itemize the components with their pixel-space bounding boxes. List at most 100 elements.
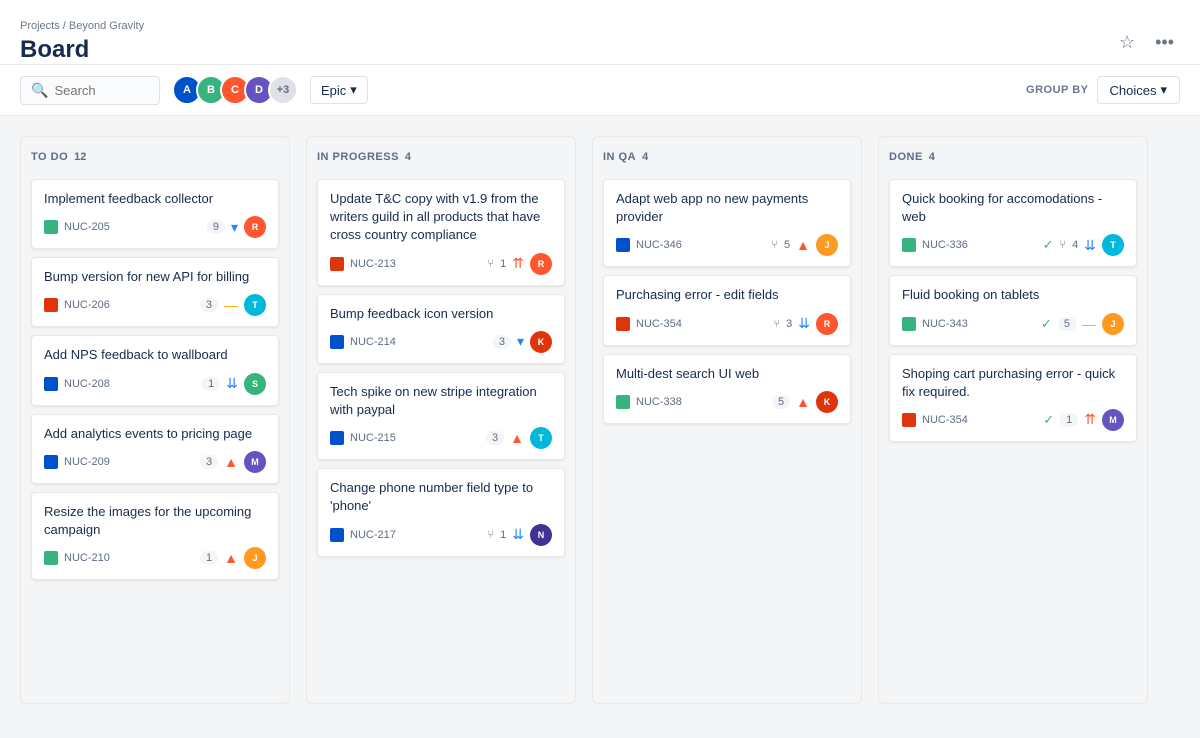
- card[interactable]: Adapt web app no new payments provider N…: [603, 179, 851, 267]
- priority-icon: ⇊: [512, 526, 524, 543]
- pr-icon: ⑂: [1060, 239, 1067, 251]
- epic-label: Epic: [321, 83, 346, 98]
- priority-icon: ▾: [517, 333, 524, 350]
- card-meta: NUC-214 3 ▾ K: [330, 331, 552, 353]
- avatar-more[interactable]: +3: [268, 75, 298, 105]
- count-badge: 1: [202, 377, 220, 391]
- card[interactable]: Fluid booking on tablets NUC-343 ✓ 5 — J: [889, 275, 1137, 345]
- priority-icon: ⇊: [798, 315, 810, 332]
- ticket-id: NUC-210: [64, 552, 110, 564]
- card[interactable]: Tech spike on new stripe integration wit…: [317, 372, 565, 460]
- epic-filter-button[interactable]: Epic ▾: [310, 76, 368, 104]
- card-title: Quick booking for accomodations - web: [902, 190, 1124, 226]
- ticket-id: NUC-213: [350, 258, 396, 270]
- check-icon: ✓: [1041, 316, 1052, 332]
- count-badge: 5: [1058, 317, 1076, 331]
- card-meta: NUC-354 ✓ 1 ⇈ M: [902, 409, 1124, 431]
- ticket-id: NUC-205: [64, 221, 110, 233]
- column-count: 12: [74, 151, 86, 163]
- ticket-id: NUC-209: [64, 456, 110, 468]
- card[interactable]: Update T&C copy with v1.9 from the write…: [317, 179, 565, 286]
- ticket-type-icon: [902, 317, 916, 331]
- assignee-avatar[interactable]: M: [1102, 409, 1124, 431]
- card[interactable]: Implement feedback collector NUC-205 9 ▾…: [31, 179, 279, 249]
- ticket-type-icon: [44, 377, 58, 391]
- card-meta: NUC-205 9 ▾ R: [44, 216, 266, 238]
- card-meta-right: 3 — T: [200, 294, 266, 316]
- assignee-avatar[interactable]: R: [530, 253, 552, 275]
- assignee-avatar[interactable]: T: [1102, 234, 1124, 256]
- ticket-id: NUC-208: [64, 378, 110, 390]
- assignee-avatar[interactable]: N: [530, 524, 552, 546]
- pr-icon: ⑂: [771, 239, 778, 251]
- search-box[interactable]: 🔍: [20, 76, 160, 105]
- column-inqa: IN QA 4 Adapt web app no new payments pr…: [592, 136, 862, 704]
- ticket-type-icon: [44, 298, 58, 312]
- breadcrumb: Projects / Beyond Gravity: [20, 20, 144, 32]
- assignee-avatar[interactable]: J: [1102, 313, 1124, 335]
- count-badge: 3: [200, 298, 218, 312]
- column-title: IN PROGRESS: [317, 151, 399, 163]
- ticket-id: NUC-217: [350, 529, 396, 541]
- card-title: Bump feedback icon version: [330, 305, 552, 323]
- assignee-avatar[interactable]: M: [244, 451, 266, 473]
- page-title: Board: [20, 36, 144, 64]
- card-meta-right: 3 ▲ T: [486, 427, 552, 449]
- group-by-section: GROUP BY Choices ▾: [1026, 76, 1180, 104]
- star-button[interactable]: ☆: [1113, 26, 1141, 59]
- assignee-avatar[interactable]: K: [816, 391, 838, 413]
- card-title: Update T&C copy with v1.9 from the write…: [330, 190, 552, 245]
- card[interactable]: Purchasing error - edit fields NUC-354 ⑂…: [603, 275, 851, 345]
- card-title: Adapt web app no new payments provider: [616, 190, 838, 226]
- assignee-avatar[interactable]: T: [244, 294, 266, 316]
- column-done: DONE 4 Quick booking for accomodations -…: [878, 136, 1148, 704]
- assignee-avatar[interactable]: J: [816, 234, 838, 256]
- column-header: TO DO 12: [31, 147, 279, 167]
- card-title: Shoping cart purchasing error - quick fi…: [902, 365, 1124, 401]
- ticket-type-icon: [616, 238, 630, 252]
- card-meta-right: ⑂5 ▲ J: [771, 234, 838, 256]
- assignee-avatar[interactable]: K: [530, 331, 552, 353]
- card[interactable]: Bump feedback icon version NUC-214 3 ▾ K: [317, 294, 565, 364]
- card[interactable]: Resize the images for the upcoming campa…: [31, 492, 279, 580]
- card[interactable]: Change phone number field type to 'phone…: [317, 468, 565, 556]
- more-button[interactable]: •••: [1149, 26, 1180, 59]
- card-meta: NUC-206 3 — T: [44, 294, 266, 316]
- ticket-type-icon: [330, 528, 344, 542]
- card-meta-right: ✓ 5 — J: [1041, 313, 1124, 335]
- assignee-avatar[interactable]: R: [816, 313, 838, 335]
- ticket-type-icon: [902, 413, 916, 427]
- ticket-id: NUC-338: [636, 396, 682, 408]
- column-todo: TO DO 12 Implement feedback collector NU…: [20, 136, 290, 704]
- priority-icon: ⇈: [1084, 411, 1096, 428]
- column-inprogress: IN PROGRESS 4 Update T&C copy with v1.9 …: [306, 136, 576, 704]
- card[interactable]: Multi-dest search UI web NUC-338 5 ▲ K: [603, 354, 851, 424]
- choices-label: Choices: [1110, 83, 1157, 98]
- card[interactable]: Bump version for new API for billing NUC…: [31, 257, 279, 327]
- board: TO DO 12 Implement feedback collector NU…: [0, 116, 1200, 724]
- header: Projects / Beyond Gravity Board ☆ ••• 🔍 …: [0, 0, 1200, 116]
- ticket-id: NUC-214: [350, 336, 396, 348]
- card[interactable]: Shoping cart purchasing error - quick fi…: [889, 354, 1137, 442]
- card-meta: NUC-217 ⑂1 ⇊ N: [330, 524, 552, 546]
- priority-icon: ▾: [231, 219, 238, 236]
- card[interactable]: Quick booking for accomodations - web NU…: [889, 179, 1137, 267]
- search-input[interactable]: [54, 83, 149, 98]
- card[interactable]: Add analytics events to pricing page NUC…: [31, 414, 279, 484]
- card[interactable]: Add NPS feedback to wallboard NUC-208 1 …: [31, 335, 279, 405]
- card-meta: NUC-210 1 ▲ J: [44, 547, 266, 569]
- assignee-avatar[interactable]: J: [244, 547, 266, 569]
- card-meta-right: 1 ▲ J: [200, 547, 266, 569]
- search-icon: 🔍: [31, 82, 48, 99]
- assignee-avatar[interactable]: T: [530, 427, 552, 449]
- pr-count: 5: [784, 239, 790, 251]
- card-title: Fluid booking on tablets: [902, 286, 1124, 304]
- ticket-id: NUC-354: [922, 414, 968, 426]
- assignee-avatar[interactable]: S: [244, 373, 266, 395]
- choices-button[interactable]: Choices ▾: [1097, 76, 1181, 104]
- avatar-group[interactable]: A B C D +3: [172, 75, 298, 105]
- count-badge: 5: [772, 395, 790, 409]
- card-title: Bump version for new API for billing: [44, 268, 266, 286]
- assignee-avatar[interactable]: R: [244, 216, 266, 238]
- pr-icon: ⑂: [488, 529, 495, 541]
